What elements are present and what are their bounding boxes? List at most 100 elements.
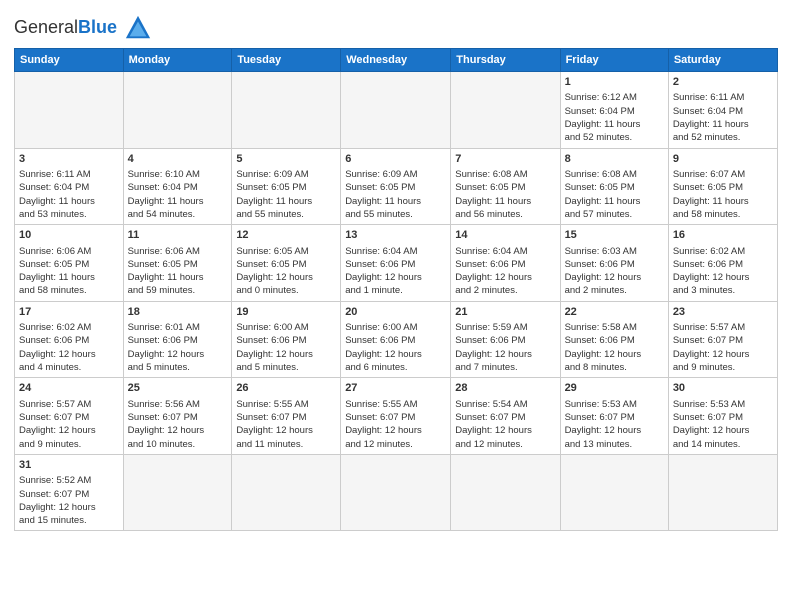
weekday-header-sunday: Sunday (15, 49, 124, 72)
weekday-header-thursday: Thursday (451, 49, 560, 72)
day-info: Sunrise: 6:03 AM Sunset: 6:06 PM Dayligh… (565, 246, 642, 297)
calendar-day-cell: 7Sunrise: 6:08 AM Sunset: 6:05 PM Daylig… (451, 148, 560, 225)
weekday-header-wednesday: Wednesday (341, 49, 451, 72)
calendar-day-cell: 29 Sunrise: 5:53 AM Sunset: 6:07 PM Dayli… (560, 378, 668, 455)
calendar-day-cell: 19 Sunrise: 6:00 AM Sunset: 6:06 PM Dayli… (232, 301, 341, 378)
calendar-day-cell (341, 454, 451, 531)
day-number: 23 (673, 305, 773, 320)
day-info: Sunrise: 5:58 AM Sunset: 6:06 PM Dayligh… (565, 322, 642, 373)
calendar-day-cell: 16 Sunrise: 6:02 AM Sunset: 6:06 PM Dayli… (668, 225, 777, 302)
calendar-day-cell: 10 Sunrise: 6:06 AM Sunset: 6:05 PM Dayli… (15, 225, 124, 302)
day-number: 2 (673, 75, 773, 90)
day-info: Sunrise: 5:55 AM Sunset: 6:07 PM Dayligh… (236, 399, 313, 450)
weekday-header-tuesday: Tuesday (232, 49, 341, 72)
day-number: 18 (128, 305, 228, 320)
calendar-day-cell (123, 72, 232, 149)
day-number: 15 (565, 228, 664, 243)
day-number: 8 (565, 152, 664, 167)
day-info: Sunrise: 5:57 AM Sunset: 6:07 PM Dayligh… (673, 322, 750, 373)
day-info: Sunrise: 6:11 AM Sunset: 6:04 PM Dayligh… (19, 169, 95, 220)
day-number: 28 (455, 381, 555, 396)
day-info: Sunrise: 6:07 AM Sunset: 6:05 PM Dayligh… (673, 169, 749, 220)
calendar-week-row: 1Sunrise: 6:12 AM Sunset: 6:04 PM Daylig… (15, 72, 778, 149)
day-number: 31 (19, 458, 119, 473)
day-info: Sunrise: 6:11 AM Sunset: 6:04 PM Dayligh… (673, 92, 749, 143)
day-info: Sunrise: 6:10 AM Sunset: 6:04 PM Dayligh… (128, 169, 204, 220)
day-info: Sunrise: 5:57 AM Sunset: 6:07 PM Dayligh… (19, 399, 96, 450)
calendar-day-cell (123, 454, 232, 531)
calendar-day-cell: 18 Sunrise: 6:01 AM Sunset: 6:06 PM Dayli… (123, 301, 232, 378)
day-info: Sunrise: 6:00 AM Sunset: 6:06 PM Dayligh… (345, 322, 422, 373)
day-info: Sunrise: 5:53 AM Sunset: 6:07 PM Dayligh… (565, 399, 642, 450)
day-number: 19 (236, 305, 336, 320)
day-number: 26 (236, 381, 336, 396)
day-number: 10 (19, 228, 119, 243)
calendar-day-cell (451, 454, 560, 531)
calendar-day-cell: 4Sunrise: 6:10 AM Sunset: 6:04 PM Daylig… (123, 148, 232, 225)
day-number: 12 (236, 228, 336, 243)
calendar-week-row: 24Sunrise: 5:57 AM Sunset: 6:07 PM Dayli… (15, 378, 778, 455)
day-info: Sunrise: 6:05 AM Sunset: 6:05 PM Dayligh… (236, 246, 313, 297)
day-info: Sunrise: 6:04 AM Sunset: 6:06 PM Dayligh… (455, 246, 532, 297)
day-number: 5 (236, 152, 336, 167)
calendar-day-cell (560, 454, 668, 531)
day-number: 22 (565, 305, 664, 320)
calendar-table: SundayMondayTuesdayWednesdayThursdayFrid… (14, 48, 778, 531)
calendar-day-cell: 2 Sunrise: 6:11 AM Sunset: 6:04 PM Daylig… (668, 72, 777, 149)
calendar-day-cell: 1Sunrise: 6:12 AM Sunset: 6:04 PM Daylig… (560, 72, 668, 149)
day-number: 11 (128, 228, 228, 243)
day-info: Sunrise: 6:06 AM Sunset: 6:05 PM Dayligh… (19, 246, 95, 297)
day-number: 16 (673, 228, 773, 243)
calendar-header: SundayMondayTuesdayWednesdayThursdayFrid… (15, 49, 778, 72)
logo-text: GeneralBlue (14, 14, 152, 42)
calendar-day-cell: 24Sunrise: 5:57 AM Sunset: 6:07 PM Dayli… (15, 378, 124, 455)
day-number: 6 (345, 152, 446, 167)
calendar-day-cell: 6 Sunrise: 6:09 AM Sunset: 6:05 PM Daylig… (341, 148, 451, 225)
calendar-day-cell: 12 Sunrise: 6:05 AM Sunset: 6:05 PM Dayli… (232, 225, 341, 302)
day-info: Sunrise: 6:06 AM Sunset: 6:05 PM Dayligh… (128, 246, 204, 297)
day-info: Sunrise: 5:52 AM Sunset: 6:07 PM Dayligh… (19, 475, 96, 526)
calendar-day-cell: 5 Sunrise: 6:09 AM Sunset: 6:05 PM Daylig… (232, 148, 341, 225)
day-info: Sunrise: 6:02 AM Sunset: 6:06 PM Dayligh… (19, 322, 96, 373)
calendar-body: 1Sunrise: 6:12 AM Sunset: 6:04 PM Daylig… (15, 72, 778, 531)
day-number: 29 (565, 381, 664, 396)
day-info: Sunrise: 6:01 AM Sunset: 6:06 PM Dayligh… (128, 322, 205, 373)
day-info: Sunrise: 6:09 AM Sunset: 6:05 PM Dayligh… (236, 169, 312, 220)
calendar-day-cell: 25 Sunrise: 5:56 AM Sunset: 6:07 PM Dayli… (123, 378, 232, 455)
day-info: Sunrise: 5:56 AM Sunset: 6:07 PM Dayligh… (128, 399, 205, 450)
day-info: Sunrise: 6:00 AM Sunset: 6:06 PM Dayligh… (236, 322, 313, 373)
calendar-week-row: 10 Sunrise: 6:06 AM Sunset: 6:05 PM Dayli… (15, 225, 778, 302)
calendar-week-row: 17 Sunrise: 6:02 AM Sunset: 6:06 PM Dayli… (15, 301, 778, 378)
day-number: 13 (345, 228, 446, 243)
day-number: 1 (565, 75, 664, 90)
day-info: Sunrise: 6:08 AM Sunset: 6:05 PM Dayligh… (565, 169, 641, 220)
calendar-day-cell (451, 72, 560, 149)
calendar-day-cell (232, 72, 341, 149)
calendar-day-cell: 9Sunrise: 6:07 AM Sunset: 6:05 PM Daylig… (668, 148, 777, 225)
calendar-day-cell (341, 72, 451, 149)
day-info: Sunrise: 5:55 AM Sunset: 6:07 PM Dayligh… (345, 399, 422, 450)
calendar-day-cell: 21Sunrise: 5:59 AM Sunset: 6:06 PM Dayli… (451, 301, 560, 378)
day-info: Sunrise: 6:09 AM Sunset: 6:05 PM Dayligh… (345, 169, 421, 220)
calendar-day-cell: 30Sunrise: 5:53 AM Sunset: 6:07 PM Dayli… (668, 378, 777, 455)
day-info: Sunrise: 6:02 AM Sunset: 6:06 PM Dayligh… (673, 246, 750, 297)
calendar-day-cell: 15 Sunrise: 6:03 AM Sunset: 6:06 PM Dayli… (560, 225, 668, 302)
weekday-header-friday: Friday (560, 49, 668, 72)
calendar-day-cell: 3 Sunrise: 6:11 AM Sunset: 6:04 PM Daylig… (15, 148, 124, 225)
day-number: 3 (19, 152, 119, 167)
day-number: 30 (673, 381, 773, 396)
day-number: 25 (128, 381, 228, 396)
calendar-day-cell (15, 72, 124, 149)
weekday-header-saturday: Saturday (668, 49, 777, 72)
logo-icon (124, 14, 152, 42)
calendar-day-cell: 28Sunrise: 5:54 AM Sunset: 6:07 PM Dayli… (451, 378, 560, 455)
page-header: GeneralBlue (14, 10, 778, 42)
day-number: 20 (345, 305, 446, 320)
calendar-day-cell (668, 454, 777, 531)
calendar-day-cell: 22 Sunrise: 5:58 AM Sunset: 6:06 PM Dayli… (560, 301, 668, 378)
logo: GeneralBlue (14, 14, 152, 42)
day-number: 17 (19, 305, 119, 320)
day-number: 27 (345, 381, 446, 396)
calendar-day-cell (232, 454, 341, 531)
calendar-day-cell: 23 Sunrise: 5:57 AM Sunset: 6:07 PM Dayli… (668, 301, 777, 378)
